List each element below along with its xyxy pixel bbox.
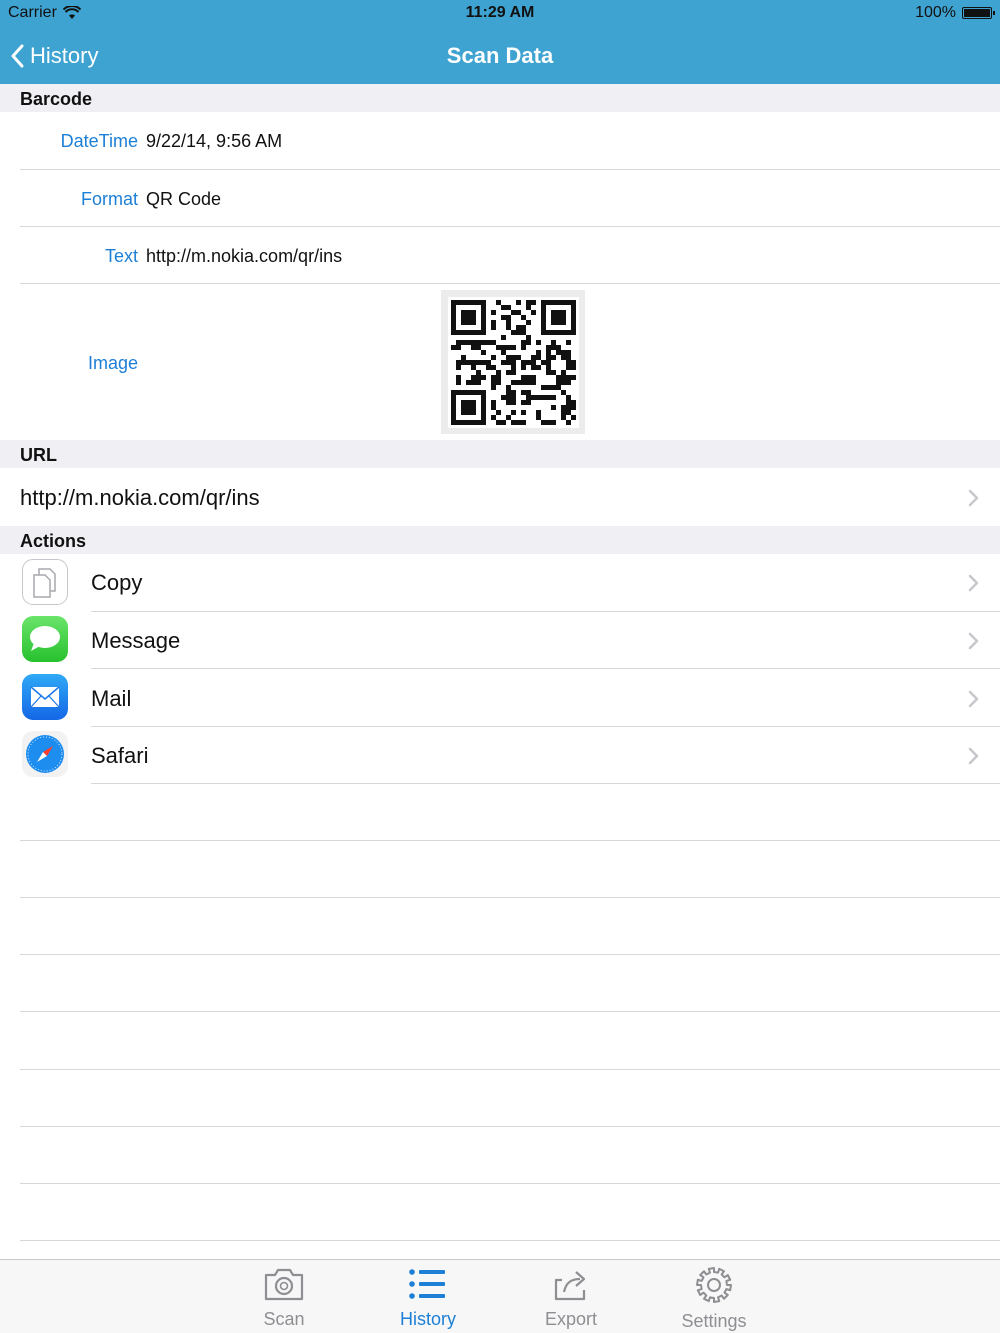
qr-code-graphic <box>448 297 579 428</box>
chevron-right-icon <box>968 747 979 765</box>
camera-icon <box>264 1268 304 1301</box>
url-value: http://m.nokia.com/qr/ins <box>20 485 260 510</box>
qr-code-image <box>441 290 585 434</box>
tab-history[interactable]: History <box>373 1266 483 1330</box>
action-label: Message <box>91 628 181 653</box>
row-label: DateTime <box>60 131 138 151</box>
empty-row-divider <box>20 1011 1000 1012</box>
action-copy[interactable]: Copy <box>0 554 1000 611</box>
barcode-row-text: Text http://m.nokia.com/qr/ins <box>0 227 1000 283</box>
empty-row-divider <box>20 1069 1000 1070</box>
gear-icon <box>696 1267 732 1303</box>
chevron-right-icon <box>968 574 979 592</box>
battery-indicator: 100% <box>915 4 995 22</box>
barcode-row-format: Format QR Code <box>0 170 1000 226</box>
safari-icon <box>22 731 68 777</box>
battery-percent: 100% <box>915 4 956 21</box>
barcode-row-datetime: DateTime 9/22/14, 9:56 AM <box>0 112 1000 169</box>
tab-scan[interactable]: Scan <box>229 1266 339 1330</box>
action-mail[interactable]: Mail <box>0 669 1000 726</box>
page-title: Scan Data <box>446 43 554 68</box>
row-value: http://m.nokia.com/qr/ins <box>146 246 343 266</box>
row-label: Text <box>104 246 138 266</box>
tab-export[interactable]: Export <box>516 1266 626 1330</box>
top-bar: Carrier 11:29 AM 100% History Scan Data <box>0 0 1000 84</box>
tab-label: Scan <box>263 1309 305 1329</box>
status-bar: Carrier 11:29 AM 100% <box>0 0 1000 28</box>
battery-icon <box>962 7 995 19</box>
action-label: Safari <box>91 743 149 768</box>
tab-label: Export <box>544 1309 598 1329</box>
action-label: Copy <box>91 570 143 595</box>
section-header-url: URL <box>0 440 1000 468</box>
navigation-bar: History Scan Data <box>0 28 1000 84</box>
share-icon <box>554 1271 586 1301</box>
empty-row-divider <box>20 1183 1000 1184</box>
url-row[interactable]: http://m.nokia.com/qr/ins <box>0 468 1000 526</box>
chevron-right-icon <box>968 489 979 507</box>
status-time: 11:29 AM <box>465 4 535 21</box>
empty-row-divider <box>20 897 1000 898</box>
row-label: Image <box>87 353 138 373</box>
section-header-actions: Actions <box>0 526 1000 554</box>
row-value: QR Code <box>146 189 222 209</box>
tab-bar: Scan History Export Settings <box>0 1259 1000 1333</box>
tab-label: History <box>399 1309 456 1329</box>
row-divider <box>91 783 1000 784</box>
empty-row-divider <box>20 1126 1000 1127</box>
copy-icon <box>22 559 68 605</box>
empty-row-divider <box>20 840 1000 841</box>
section-header-barcode: Barcode <box>0 84 1000 112</box>
list-icon <box>409 1269 445 1299</box>
action-label: Mail <box>91 686 132 711</box>
action-message[interactable]: Message <box>0 612 1000 668</box>
tab-settings[interactable]: Settings <box>659 1266 769 1331</box>
chevron-right-icon <box>968 632 979 650</box>
empty-row-divider <box>20 954 1000 955</box>
empty-row-divider <box>20 1240 1000 1241</box>
message-icon <box>22 616 68 662</box>
row-value: 9/22/14, 9:56 AM <box>146 131 283 151</box>
row-label: Format <box>80 189 138 209</box>
mail-icon <box>22 674 68 720</box>
tab-label: Settings <box>681 1311 747 1331</box>
action-safari[interactable]: Safari <box>0 727 1000 783</box>
chevron-right-icon <box>968 690 979 708</box>
scan-data-screen: Carrier 11:29 AM 100% History Scan Data … <box>0 0 1000 1333</box>
